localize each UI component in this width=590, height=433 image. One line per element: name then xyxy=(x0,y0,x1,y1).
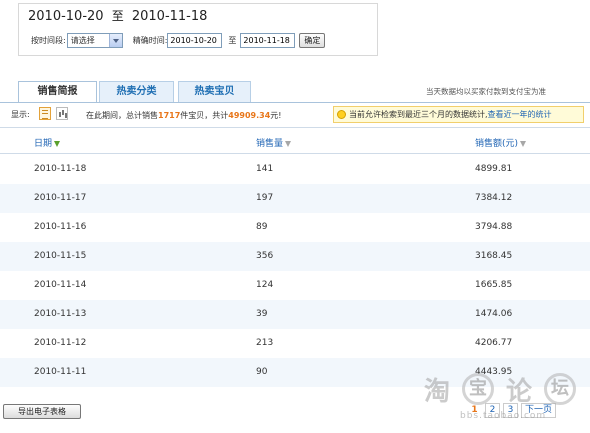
cell-amount: 4899.81 xyxy=(475,164,513,174)
tab-divider xyxy=(0,102,590,103)
cell-quantity: 197 xyxy=(256,193,274,203)
table-row: 2010-11-18 141 4899.81 xyxy=(0,155,590,184)
table-row: 2010-11-12 213 4206.77 xyxy=(0,329,590,358)
cell-date: 2010-11-16 xyxy=(34,222,87,232)
table-row: 2010-11-16 89 3794.88 xyxy=(0,213,590,242)
sales-summary: 在此期间，总计销售1717件宝贝，共计49909.34元! xyxy=(86,110,282,121)
list-view-icon[interactable] xyxy=(39,107,51,120)
sort-down-icon xyxy=(54,140,61,147)
period-label: 按时间段: xyxy=(31,35,66,45)
cell-date: 2010-11-18 xyxy=(34,164,87,174)
period-select[interactable]: 请选择 xyxy=(66,32,123,48)
cell-date: 2010-11-12 xyxy=(34,338,87,348)
tab-sales-summary[interactable]: 销售简报 xyxy=(18,81,97,103)
sort-icon xyxy=(520,140,527,147)
table-row: 2010-11-13 39 1474.06 xyxy=(0,300,590,329)
table-row: 2010-11-15 356 3168.45 xyxy=(0,242,590,271)
cell-amount: 1474.06 xyxy=(475,309,513,319)
summary-amount: 49909.34 xyxy=(228,111,271,120)
cell-quantity: 213 xyxy=(256,338,274,348)
chart-view-icon[interactable] xyxy=(56,107,68,120)
cell-quantity: 89 xyxy=(256,222,268,232)
cell-amount: 4206.77 xyxy=(475,338,513,348)
summary-mid: 件宝贝，共计 xyxy=(180,111,229,120)
cell-amount: 1665.85 xyxy=(475,280,513,290)
tab-hot-categories[interactable]: 热卖分类 xyxy=(99,81,174,102)
cell-date: 2010-11-15 xyxy=(34,251,87,261)
tip-box: 当前允许检索到最近三个月的数据统计,查看近一年的统计 xyxy=(333,106,584,123)
page-1[interactable]: 1 xyxy=(467,403,482,418)
tab-hot-items[interactable]: 热卖宝贝 xyxy=(178,81,251,102)
header-quantity[interactable]: 销售量 xyxy=(256,136,292,149)
page-3[interactable]: 3 xyxy=(503,403,518,418)
cell-quantity: 141 xyxy=(256,164,274,174)
lightbulb-icon xyxy=(337,110,346,119)
header-amount-label: 销售额(元) xyxy=(475,139,519,149)
summary-suffix: 元! xyxy=(270,111,282,120)
summary-prefix: 在此期间，总计销售 xyxy=(86,111,158,120)
cell-amount: 3168.45 xyxy=(475,251,513,261)
range-separator: 至 xyxy=(111,9,124,23)
date-range-panel: 2010-10-20 至 2010-11-18 按时间段: 请选择 精确时间: … xyxy=(18,3,378,56)
header-amount[interactable]: 销售额(元) xyxy=(475,136,527,149)
cell-quantity: 356 xyxy=(256,251,274,261)
to-label: 至 xyxy=(228,35,237,45)
tip-text: 当前允许检索到最近三个月的数据统计, xyxy=(349,110,488,119)
payment-notice: 当天数据均以买家付款到支付宝为准 xyxy=(426,87,546,96)
cell-date: 2010-11-17 xyxy=(34,193,87,203)
cell-amount: 4443.95 xyxy=(475,367,513,377)
table-row: 2010-11-11 90 4443.95 xyxy=(0,358,590,387)
summary-count: 1717 xyxy=(158,111,181,120)
cell-quantity: 124 xyxy=(256,280,274,290)
cell-amount: 3794.88 xyxy=(475,222,513,232)
pagination: 1 2 3 下一页 xyxy=(464,402,557,419)
range-start: 2010-10-20 xyxy=(28,9,104,24)
confirm-button[interactable]: 确定 xyxy=(299,32,326,48)
view-year-stats-link[interactable]: 查看近一年的统计 xyxy=(488,110,552,119)
end-date-input[interactable] xyxy=(240,32,296,48)
cell-date: 2010-11-14 xyxy=(34,280,87,290)
cell-amount: 7384.12 xyxy=(475,193,513,203)
cell-quantity: 90 xyxy=(256,367,268,377)
cell-date: 2010-11-11 xyxy=(34,367,87,377)
filter-row: 按时间段: 请选择 精确时间: 至 确定 xyxy=(31,32,326,48)
chevron-down-icon[interactable] xyxy=(108,33,122,47)
header-date-label: 日期 xyxy=(34,139,53,149)
export-spreadsheet-button[interactable]: 导出电子表格 xyxy=(3,404,81,419)
display-label: 显示: xyxy=(11,110,30,119)
range-end: 2010-11-18 xyxy=(131,9,208,24)
cell-quantity: 39 xyxy=(256,309,268,319)
sort-icon xyxy=(285,140,292,147)
next-page-button[interactable]: 下一页 xyxy=(521,403,557,418)
period-select-value: 请选择 xyxy=(70,35,95,45)
header-quantity-label: 销售量 xyxy=(256,139,284,149)
start-date-input[interactable] xyxy=(167,32,223,48)
page-2[interactable]: 2 xyxy=(485,403,500,418)
cell-date: 2010-11-13 xyxy=(34,309,87,319)
table-row: 2010-11-17 197 7384.12 xyxy=(0,184,590,213)
exact-time-label: 精确时间: xyxy=(132,35,168,45)
date-range-title: 2010-10-20 至 2010-11-18 xyxy=(28,7,207,24)
table-header: 日期 销售量 销售额(元) xyxy=(0,127,590,154)
header-date[interactable]: 日期 xyxy=(34,136,61,149)
table-row: 2010-11-14 124 1665.85 xyxy=(0,271,590,300)
